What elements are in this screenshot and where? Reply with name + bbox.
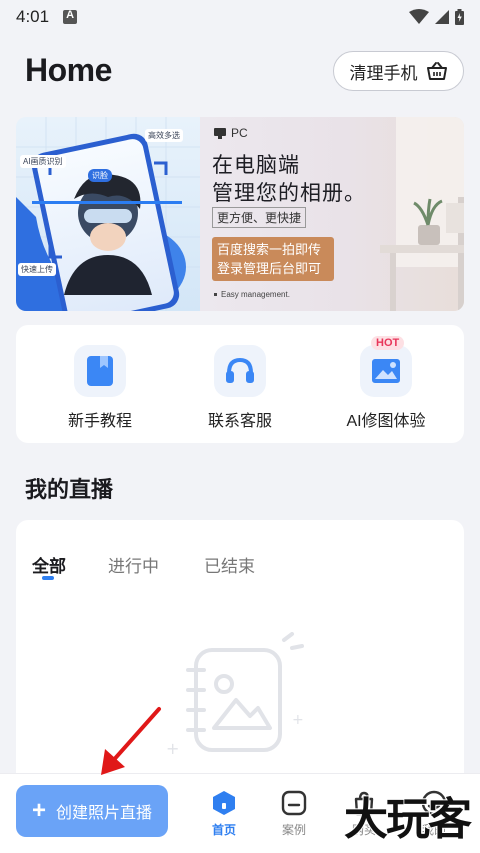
tab-ongoing[interactable]: 进行中: [108, 552, 159, 577]
monitor-icon: [214, 127, 226, 139]
hot-badge: HOT: [371, 336, 405, 350]
tab-indicator: [42, 576, 54, 580]
notification-icon: [63, 9, 78, 24]
page-title: Home: [25, 52, 112, 88]
quick-action-label: 新手教程: [67, 413, 132, 430]
promo-banner[interactable]: 高效多选 AI画质识别 识脸 快速上传 PC 在电脑端 管理您的相册。 更方便、…: [16, 117, 464, 311]
case-icon: [281, 790, 307, 816]
watermark: 大玩客: [343, 794, 473, 845]
clean-phone-label: 清理手机: [349, 63, 418, 83]
quick-action-ai-edit[interactable]: HOT AI修图体验: [326, 336, 446, 431]
battery-icon: [455, 9, 464, 25]
banner-pc-promo: PC 在电脑端 管理您的相册。 更方便、更快捷 百度搜索一拍即传 登录管理后台即…: [200, 117, 464, 311]
banner-headline-1: 在电脑端: [212, 154, 300, 177]
bookmark-icon: [87, 356, 113, 386]
banner-headline-2: 管理您的相册。: [212, 182, 366, 205]
headset-icon: [226, 357, 254, 383]
phone-avatar-illustration: [16, 117, 200, 311]
banner-footer: Easy management.: [221, 290, 290, 299]
quick-action-tutorial-icon-box: [74, 345, 126, 397]
dot-icon: [214, 293, 217, 296]
quick-action-label: AI修图体验: [346, 413, 426, 430]
quick-actions-card: 新手教程 联系客服 HOT AI修图体验: [16, 325, 464, 443]
wifi-icon: [409, 9, 429, 24]
banner-cta-2: 登录管理后台即可: [217, 261, 322, 276]
status-bar: 4:01: [0, 0, 480, 34]
banner-tag-face: 识脸: [88, 169, 112, 182]
banner-tag-top: 高效多选: [145, 129, 183, 142]
create-live-label: 创建照片直播: [56, 805, 153, 822]
nav-label-case: 案例: [281, 823, 306, 837]
nav-label-home: 首页: [211, 823, 236, 837]
banner-cta-1: 百度搜索一拍即传: [217, 242, 322, 257]
tab-all[interactable]: 全部: [32, 552, 66, 577]
status-time: 4:01: [16, 7, 50, 26]
image-edit-icon: [372, 359, 400, 383]
quick-action-label: 联系客服: [207, 413, 272, 430]
signal-icon: [435, 10, 449, 24]
banner-subline: 更方便、更快捷: [212, 207, 307, 228]
home-icon: [211, 790, 237, 816]
nav-home[interactable]: 首页: [199, 790, 249, 838]
banner-tag-upload: 快速上传: [18, 263, 56, 276]
basket-icon: [426, 62, 447, 80]
create-photo-live-button[interactable]: + 创建照片直播: [16, 785, 168, 837]
banner-platform: PC: [231, 126, 248, 140]
quick-action-ai-edit-icon-box: HOT: [360, 336, 412, 397]
banner-tag-ai: AI画质识别: [20, 155, 66, 168]
annotation-arrow-icon: [101, 707, 161, 775]
nav-case[interactable]: 案例: [269, 790, 319, 838]
clean-phone-button[interactable]: 清理手机: [333, 51, 464, 91]
plus-icon: +: [31, 797, 46, 824]
tab-ended[interactable]: 已结束: [204, 552, 255, 577]
my-live-title: 我的直播: [25, 477, 114, 502]
svg-text:+: +: [166, 739, 179, 758]
quick-action-support[interactable]: 联系客服: [180, 345, 300, 431]
quick-action-tutorial[interactable]: 新手教程: [40, 345, 160, 431]
quick-action-support-icon-box: [214, 345, 266, 397]
banner-cta-box: 百度搜索一拍即传 登录管理后台即可: [212, 237, 334, 281]
empty-album-icon: + +: [166, 632, 304, 758]
banner-phone-illustration: 高效多选 AI画质识别 识脸 快速上传: [16, 117, 200, 311]
svg-text:+: +: [292, 712, 304, 728]
header: Home 清理手机: [0, 50, 480, 94]
